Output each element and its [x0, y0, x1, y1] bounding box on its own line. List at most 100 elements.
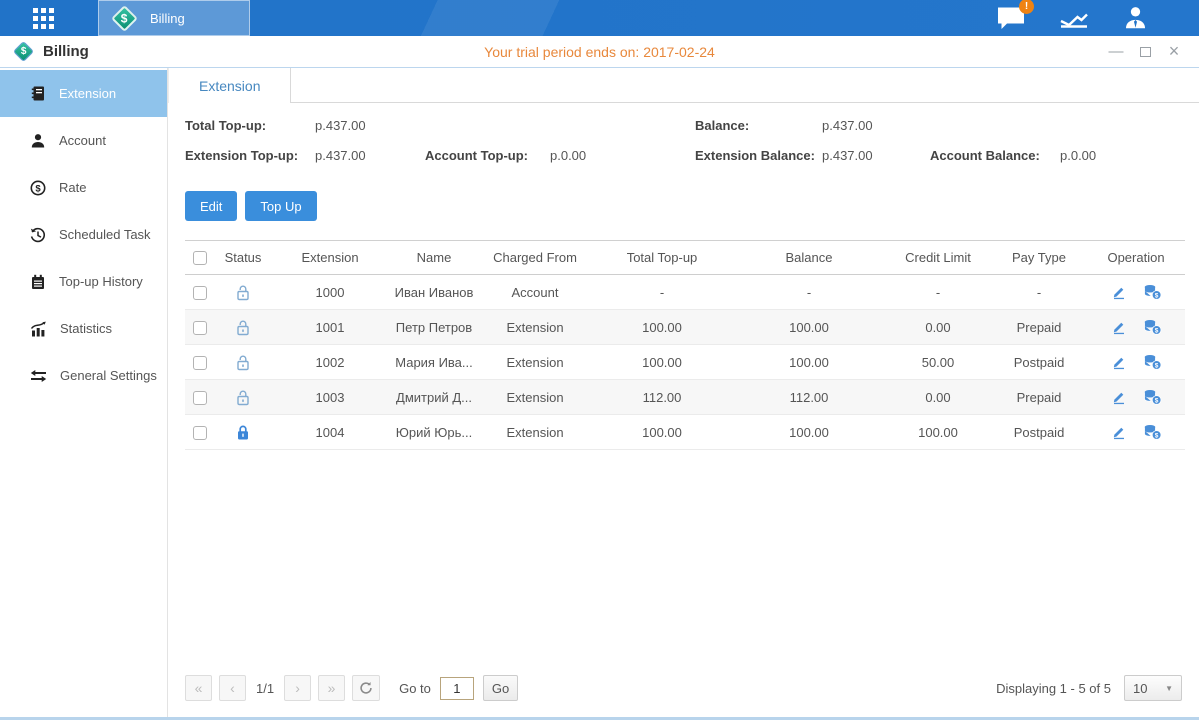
top-up-button[interactable]: Top Up	[245, 191, 316, 221]
top-up-row-icon[interactable]: $	[1143, 354, 1162, 370]
go-button[interactable]: Go	[483, 675, 518, 701]
window-title-group: $ Billing	[12, 43, 89, 60]
unlocked-icon	[235, 389, 251, 406]
sidebar-item-rate[interactable]: $ Rate	[0, 164, 167, 211]
edit-row-icon[interactable]	[1111, 319, 1127, 335]
taskbar-tab-billing[interactable]: $ Billing	[98, 0, 250, 36]
col-charged-from: Charged From	[479, 241, 591, 275]
taskbar-tab-label: Billing	[150, 11, 185, 26]
col-total-topup: Total Top-up	[591, 241, 733, 275]
col-extension: Extension	[271, 241, 389, 275]
row-checkbox[interactable]	[193, 356, 207, 370]
close-button[interactable]: ×	[1167, 45, 1181, 59]
col-status: Status	[215, 241, 271, 275]
line-chart-icon	[1058, 6, 1090, 30]
charged-from-cell: Account	[479, 275, 591, 310]
top-up-row-icon[interactable]: $	[1143, 284, 1162, 300]
tabstrip: Extension	[168, 68, 1199, 103]
row-checkbox[interactable]	[193, 286, 207, 300]
pay-type-cell: Postpaid	[991, 345, 1087, 380]
account-balance-label: Account Balance:	[930, 148, 1060, 163]
first-page-button[interactable]: «	[185, 675, 212, 701]
col-credit-limit: Credit Limit	[885, 241, 991, 275]
top-up-row-icon[interactable]: $	[1143, 424, 1162, 440]
sidebar-item-account[interactable]: Account	[0, 117, 167, 164]
balance-cell: -	[733, 275, 885, 310]
sidebar-item-extension[interactable]: Extension	[0, 70, 167, 117]
total-topup-cell: 112.00	[591, 380, 733, 415]
status-cell	[215, 380, 271, 415]
credit-limit-cell: -	[885, 275, 991, 310]
unlocked-icon	[235, 354, 251, 371]
row-checkbox[interactable]	[193, 321, 207, 335]
account-topup-value: p.0.00	[550, 148, 695, 163]
edit-row-icon[interactable]	[1111, 389, 1127, 405]
extension-cell: 1001	[271, 310, 389, 345]
top-up-row-icon[interactable]: $	[1143, 319, 1162, 335]
extension-panel: Total Top-up: p.437.00 Balance: p.437.00…	[168, 103, 1199, 717]
top-up-row-icon[interactable]: $	[1143, 389, 1162, 405]
edit-button[interactable]: Edit	[185, 191, 237, 221]
next-page-button[interactable]: ›	[284, 675, 311, 701]
dropdown-arrow-icon: ▼	[1165, 684, 1173, 693]
svg-text:$: $	[1154, 432, 1158, 439]
extension-cell: 1003	[271, 380, 389, 415]
unlocked-icon	[235, 284, 251, 301]
pay-type-cell: -	[991, 275, 1087, 310]
edit-row-icon[interactable]	[1111, 284, 1127, 300]
maximize-button[interactable]	[1140, 47, 1151, 57]
charged-from-cell: Extension	[479, 380, 591, 415]
last-page-button[interactable]: »	[318, 675, 345, 701]
balance-cell: 100.00	[733, 415, 885, 450]
billing-app-icon: $	[111, 5, 138, 32]
window-content: Extension Account $ Rate	[0, 68, 1199, 720]
charged-from-cell: Extension	[479, 310, 591, 345]
name-cell: Мария Ива...	[389, 345, 479, 380]
user-account-icon[interactable]	[1122, 5, 1149, 31]
total-topup-cell: -	[591, 275, 733, 310]
status-cell	[215, 415, 271, 450]
sidebar-item-label: General Settings	[60, 368, 157, 383]
row-checkbox[interactable]	[193, 391, 207, 405]
minimize-button[interactable]: —	[1109, 45, 1123, 59]
page-size-select[interactable]: 10 ▼	[1124, 675, 1182, 701]
refresh-button[interactable]	[352, 675, 380, 701]
edit-row-icon[interactable]	[1111, 354, 1127, 370]
topup-history-notebook-icon	[30, 274, 46, 290]
sidebar-item-general-settings[interactable]: General Settings	[0, 352, 167, 399]
balance-cell: 100.00	[733, 310, 885, 345]
table-row: 1003 Дмитрий Д... Extension 112.00 112.0…	[185, 380, 1185, 415]
extension-balance-value: p.437.00	[822, 148, 930, 163]
table-header-row: Status Extension Name Charged From Total…	[185, 241, 1185, 275]
account-person-icon	[30, 133, 46, 149]
svg-text:$: $	[1154, 362, 1158, 369]
resource-monitor-icon[interactable]	[1058, 6, 1090, 30]
sidebar-item-label: Rate	[59, 180, 86, 195]
row-checkbox[interactable]	[193, 426, 207, 440]
charged-from-cell: Extension	[479, 415, 591, 450]
window-titlebar: $ Billing Your trial period ends on: 201…	[0, 36, 1199, 68]
total-topup-value: p.437.00	[315, 118, 425, 133]
sidebar-item-topup-history[interactable]: Top-up History	[0, 258, 167, 305]
extension-cell: 1002	[271, 345, 389, 380]
locked-icon	[235, 424, 251, 441]
sidebar-item-scheduled-task[interactable]: Scheduled Task	[0, 211, 167, 258]
select-all-checkbox[interactable]	[193, 251, 207, 265]
credit-limit-cell: 0.00	[885, 380, 991, 415]
window-title: Billing	[43, 43, 89, 60]
balance-label: Balance:	[695, 118, 822, 133]
tab-extension[interactable]: Extension	[168, 68, 291, 103]
goto-page-input[interactable]	[440, 677, 474, 700]
page-indicator: 1/1	[256, 681, 274, 696]
edit-row-icon[interactable]	[1111, 424, 1127, 440]
prev-page-button[interactable]: ‹	[219, 675, 246, 701]
page-size-value: 10	[1133, 681, 1147, 696]
unlocked-icon	[235, 319, 251, 336]
sidebar-item-statistics[interactable]: Statistics	[0, 305, 167, 352]
svg-text:$: $	[1154, 292, 1158, 299]
pagination-bar: « ‹ 1/1 › » Go to Go Display	[185, 663, 1182, 717]
app-grid-icon[interactable]	[33, 8, 54, 29]
total-topup-cell: 100.00	[591, 310, 733, 345]
total-topup-label: Total Top-up:	[185, 118, 315, 133]
notifications-icon[interactable]: !	[996, 6, 1026, 31]
